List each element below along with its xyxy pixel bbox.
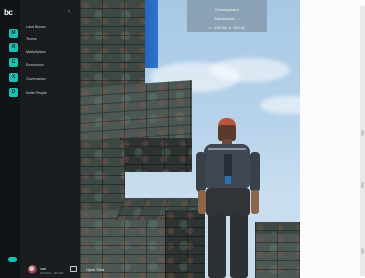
stone-column: [80, 140, 125, 220]
scroll-tick: [361, 130, 364, 136]
scroll-tick: [361, 182, 364, 188]
user-address: 0x8.4b01...bf6.434: [40, 271, 64, 275]
menu-item-land-blocks[interactable]: Land Blocks: [26, 25, 46, 30]
right-scrollbar[interactable]: [360, 6, 365, 276]
dev-info-panel: Development Subdivision → x: -150.36, z:…: [187, 0, 267, 32]
side-menu: ‹ Land Blocks Teams Marketplace Economic…: [20, 0, 80, 278]
right-panel: [300, 0, 365, 278]
rail-button-d[interactable]: D: [9, 88, 18, 97]
rail-button-x[interactable]: X: [9, 73, 18, 82]
stone-tower: [80, 0, 145, 95]
player-avatar: [196, 118, 264, 278]
menu-item-teams[interactable]: Teams: [26, 37, 37, 42]
user-bar[interactable]: mad 0x8.4b01...bf6.434: [20, 262, 80, 278]
cloud: [210, 58, 290, 82]
menu-item-invite-people[interactable]: Invite People: [26, 91, 47, 96]
rail-button-c[interactable]: C: [9, 58, 18, 67]
subdivision-link[interactable]: Subdivision →: [187, 14, 267, 23]
rail-button-r[interactable]: R: [9, 43, 18, 52]
open-chat-button[interactable]: Open Chat: [86, 268, 104, 272]
rail-toggle[interactable]: [8, 257, 17, 262]
scroll-tick: [361, 248, 364, 254]
rail-button-m[interactable]: M: [9, 29, 18, 38]
cloud: [260, 96, 300, 114]
wallet-icon[interactable]: [70, 266, 77, 272]
user-avatar[interactable]: [28, 265, 37, 274]
coordinates: x: -150.36, z: 102.42: [208, 25, 246, 30]
app-logo[interactable]: bc: [4, 8, 18, 18]
menu-item-economics[interactable]: Economics: [26, 63, 44, 68]
left-rail: bc M R C X D: [0, 0, 20, 278]
menu-item-governance[interactable]: Governance: [26, 77, 46, 82]
stone-ledge-shadow: [120, 138, 192, 172]
menu-item-marketplace[interactable]: Marketplace: [26, 50, 46, 55]
collapse-chevron-icon[interactable]: ‹: [68, 9, 70, 15]
dev-title: Development: [215, 7, 239, 12]
